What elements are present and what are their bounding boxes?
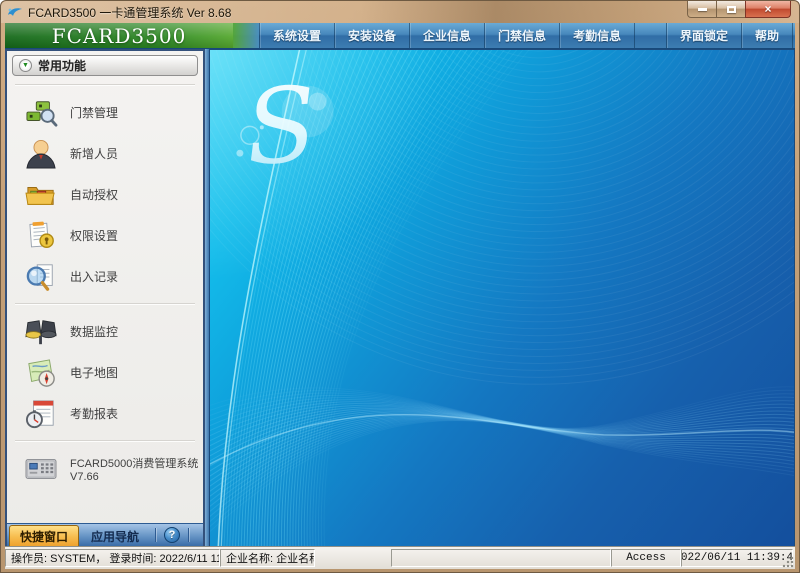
menu-item-access-info[interactable]: 门禁信息 — [485, 23, 560, 48]
sidebar-group-2: 数据监控 电子地图 — [7, 311, 203, 434]
maximize-icon[interactable] — [717, 1, 745, 18]
auto-authorize-icon — [23, 179, 59, 211]
sidebar-item-label: 新增人员 — [70, 145, 118, 162]
sidebar-item-label: 考勤报表 — [70, 405, 118, 422]
brand-logo: FCARD3500 — [5, 23, 233, 48]
status-datetime: 2022/06/11 11:39:40 — [681, 549, 793, 567]
status-gap — [315, 549, 391, 567]
help-icon[interactable]: ? — [164, 527, 180, 543]
menu-item-help[interactable]: 帮助 — [742, 23, 793, 48]
menubar: FCARD3500 系统设置 安装设备 企业信息 门禁信息 考勤信息 界面锁定 … — [5, 23, 795, 49]
menu-spacer — [635, 23, 666, 48]
status-operator: 操作员: SYSTEM， 登录时间: 2022/6/11 11:39:32 — [5, 549, 220, 567]
minimize-icon[interactable] — [687, 1, 717, 18]
menu-item-attendance-info[interactable]: 考勤信息 — [560, 23, 635, 48]
data-monitor-icon — [23, 316, 59, 348]
add-person-icon — [23, 138, 59, 170]
sidebar-header[interactable]: ▼ 常用功能 — [12, 55, 198, 76]
titlebar[interactable]: FCARD3500 一卡通管理系统 Ver 8.68 × — [1, 1, 799, 23]
watermark-letter: S — [242, 65, 321, 189]
divider — [15, 84, 195, 86]
attendance-report-icon — [23, 398, 59, 430]
tab-app-navigation[interactable]: 应用导航 — [81, 527, 149, 546]
window-bottom-border — [1, 569, 799, 572]
sidebar-group-1: 门禁管理 新增人员 — [7, 92, 203, 297]
sidebar-group-3: FCARD5000消费管理系统 V7.66 — [7, 448, 203, 489]
swoosh-bird-icon — [7, 6, 23, 18]
tab-quick-window[interactable]: 快捷窗口 — [9, 525, 79, 546]
access-management-icon — [23, 97, 59, 129]
menu-right: 界面锁定 帮助 — [666, 23, 793, 48]
sidebar-item-electronic-map[interactable]: 电子地图 — [7, 352, 203, 393]
tab-separator — [188, 528, 189, 542]
app-window: FCARD3500 一卡通管理系统 Ver 8.68 × FCARD3500 系… — [0, 0, 800, 573]
menu-item-company-info[interactable]: 企业信息 — [410, 23, 485, 48]
sidebar-tabbar: 快捷窗口 应用导航 ? — [7, 523, 203, 546]
menu-item-install-devices[interactable]: 安装设备 — [335, 23, 410, 48]
statusbar: 操作员: SYSTEM， 登录时间: 2022/6/11 11:39:32 企业… — [5, 546, 795, 569]
window-controls: × — [687, 1, 791, 18]
sidebar-header-label: 常用功能 — [38, 57, 86, 74]
body: ▼ 常用功能 门禁管理 — [5, 49, 795, 546]
status-company: 企业名称: 企业名称 — [220, 549, 315, 567]
sidebar-spacer — [7, 489, 203, 523]
sidebar-item-label: 出入记录 — [70, 268, 118, 285]
sidebar-item-label: 电子地图 — [70, 364, 118, 381]
window-title: FCARD3500 一卡通管理系统 Ver 8.68 — [28, 4, 231, 21]
close-icon[interactable]: × — [745, 1, 791, 18]
status-blank-panel — [391, 549, 611, 567]
divider — [15, 303, 195, 305]
sidebar-item-label: 自动授权 — [70, 186, 118, 203]
sidebar-item-add-person[interactable]: 新增人员 — [7, 133, 203, 174]
sidebar-item-label: 权限设置 — [70, 227, 118, 244]
sidebar-item-access-management[interactable]: 门禁管理 — [7, 92, 203, 133]
menu-items: 系统设置 安装设备 企业信息 门禁信息 考勤信息 — [259, 23, 635, 48]
sidebar-item-fcard5000[interactable]: FCARD5000消费管理系统 V7.66 — [7, 448, 203, 489]
resize-grip-icon[interactable] — [782, 556, 794, 568]
access-records-icon — [23, 261, 59, 293]
pos-terminal-icon — [23, 453, 59, 485]
menu-item-lock-ui[interactable]: 界面锁定 — [666, 23, 742, 48]
sidebar-item-access-records[interactable]: 出入记录 — [7, 256, 203, 297]
main-content: S — [209, 49, 795, 546]
permission-settings-icon — [23, 220, 59, 252]
electronic-map-icon — [23, 357, 59, 389]
sidebar-item-label: 数据监控 — [70, 323, 118, 340]
menu-item-system-settings[interactable]: 系统设置 — [259, 23, 335, 48]
tab-separator — [155, 528, 156, 542]
sidebar-item-permission-settings[interactable]: 权限设置 — [7, 215, 203, 256]
divider — [15, 440, 195, 442]
sidebar-item-auto-authorize[interactable]: 自动授权 — [7, 174, 203, 215]
status-database: Access — [611, 549, 681, 567]
sidebar: ▼ 常用功能 门禁管理 — [5, 49, 205, 546]
sidebar-item-attendance-report[interactable]: 考勤报表 — [7, 393, 203, 434]
sidebar-item-data-monitor[interactable]: 数据监控 — [7, 311, 203, 352]
sidebar-item-label: 门禁管理 — [70, 104, 118, 121]
collapse-arrow-icon: ▼ — [19, 59, 32, 72]
sidebar-item-label: FCARD5000消费管理系统 V7.66 — [70, 455, 203, 483]
brand-blend — [233, 23, 259, 48]
wave-background-art: S — [210, 50, 794, 546]
